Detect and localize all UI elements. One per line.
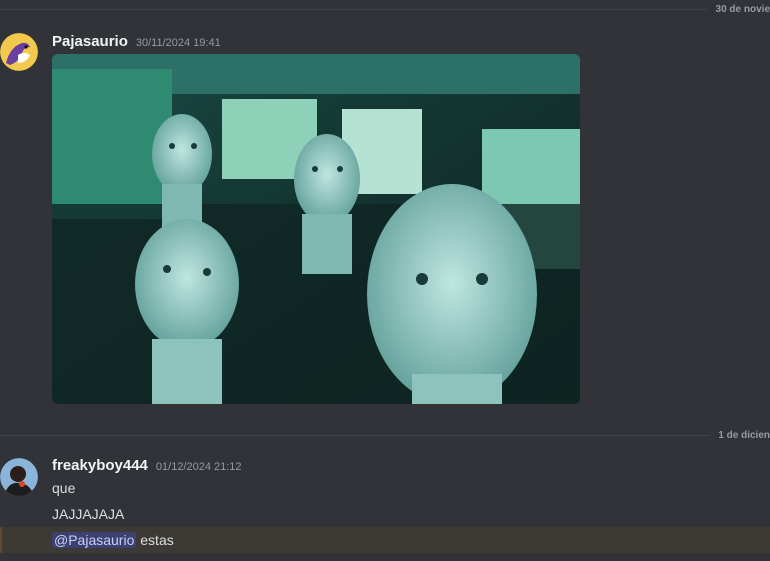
timestamp: 01/12/2024 21:12 [155, 461, 242, 473]
avatar[interactable] [0, 458, 38, 496]
user-mention[interactable]: @Pajasaurio [52, 532, 137, 548]
date-divider: 30 de novie [0, 3, 770, 16]
message-text: JAJJAJAJA [52, 506, 125, 522]
avatar[interactable] [0, 33, 38, 71]
divider-line [0, 435, 711, 436]
timestamp: 30/11/2024 19:41 [135, 37, 221, 49]
message-text-suffix: estas [136, 532, 174, 548]
person-avatar-icon [0, 458, 38, 496]
message-image[interactable] [52, 54, 580, 404]
username[interactable]: Pajasaurio [52, 33, 128, 50]
attached-image [52, 54, 580, 404]
divider-line [0, 9, 708, 10]
divider-date: 1 de dicien [718, 430, 770, 441]
message-header: freakyboy444 01/12/2024 21:12 [52, 457, 242, 474]
message-text: @Pajasaurio estas [52, 532, 174, 548]
divider-date: 30 de novie [715, 4, 770, 15]
bird-avatar-icon [0, 33, 38, 71]
message-header: Pajasaurio 30/11/2024 19:41 [52, 33, 221, 50]
username[interactable]: freakyboy444 [52, 457, 148, 474]
message-text: que [52, 480, 76, 496]
date-divider: 1 de dicien [0, 429, 770, 442]
